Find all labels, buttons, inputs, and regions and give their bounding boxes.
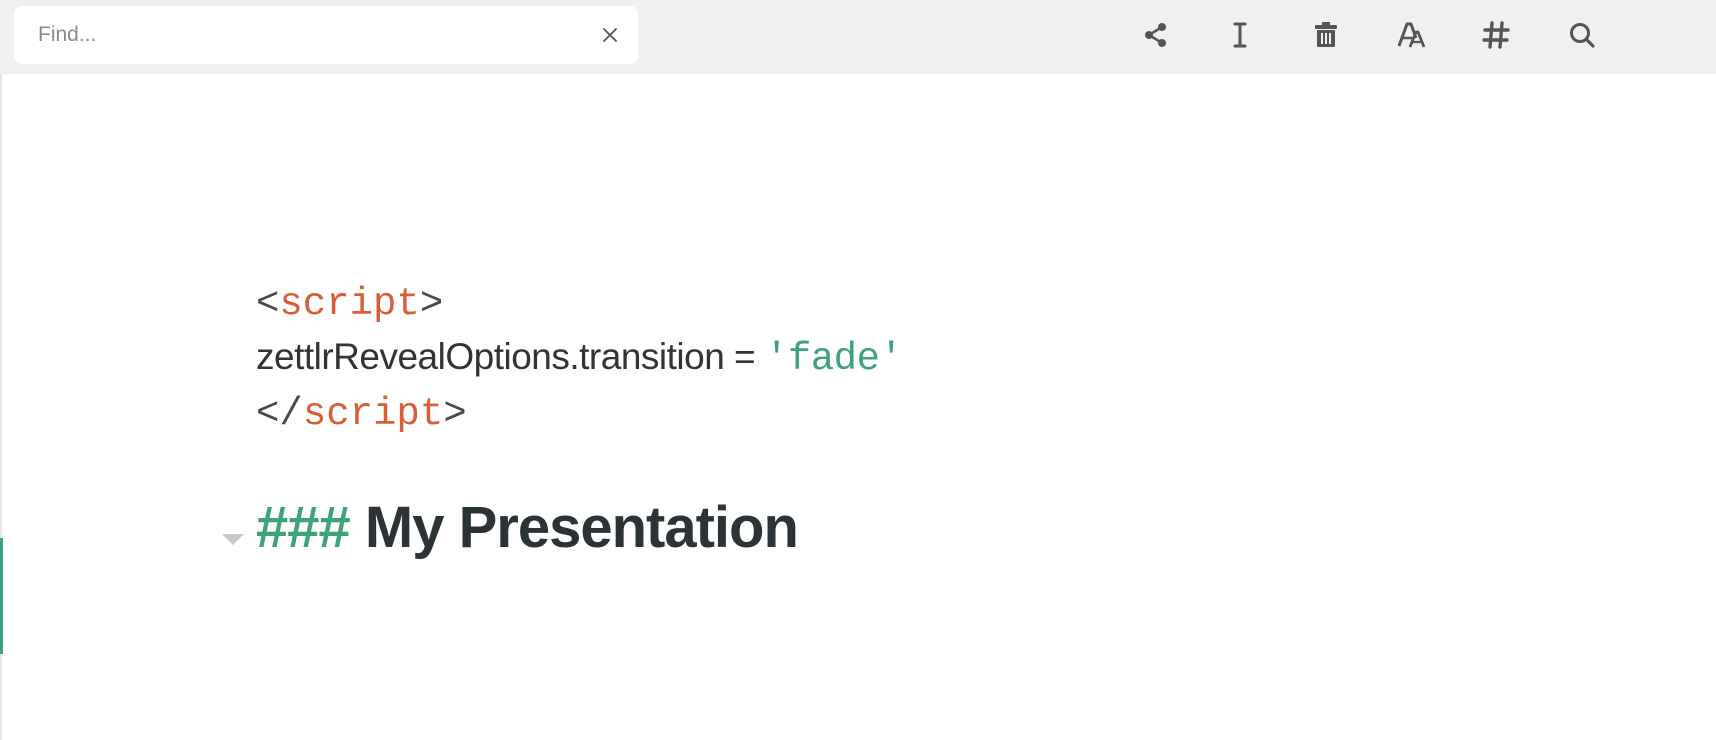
open-bracket: < [256,282,280,326]
open-bracket: </ [256,392,303,436]
editor-pane[interactable]: <script> zettlrRevealOptions.transition … [0,74,1716,740]
font-icon[interactable] [1394,17,1430,53]
close-bracket: > [443,392,467,436]
close-icon[interactable] [600,25,620,45]
text-cursor-icon[interactable] [1222,17,1258,53]
code-line: </script> [256,392,467,436]
share-icon[interactable] [1138,17,1174,53]
trash-icon[interactable] [1308,17,1344,53]
heading-marker: ### [256,495,351,560]
script-tag: script [302,392,444,436]
fold-arrow-icon[interactable] [222,534,244,545]
toolbar [0,0,1716,74]
string-literal: 'fade' [764,337,903,381]
close-bracket: > [419,282,444,326]
line-text: zettlrRevealOptions.transition = [256,336,765,377]
active-line-marker [0,538,3,654]
search-icon[interactable] [1564,17,1600,53]
find-box [14,6,638,64]
code-line: zettlrRevealOptions.transition = 'fade' [256,336,903,381]
code-line: <script> [256,282,443,326]
find-input[interactable] [38,6,578,64]
hashtag-icon[interactable] [1478,17,1514,53]
heading-line: ### My Presentation [256,494,799,561]
script-tag: script [279,282,420,326]
heading-text: My Presentation [349,495,799,560]
